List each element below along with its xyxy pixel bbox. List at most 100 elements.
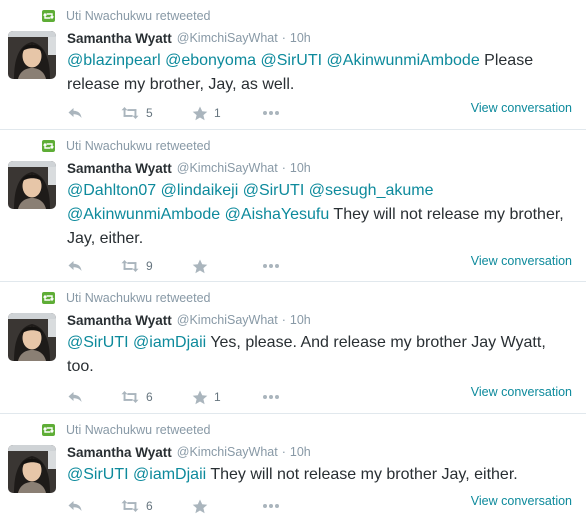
author-username[interactable]: @KimchiSayWhat bbox=[177, 31, 278, 45]
tweet-header: Samantha Wyatt @KimchiSayWhat · 10h bbox=[67, 28, 311, 48]
author-username[interactable]: @KimchiSayWhat bbox=[177, 161, 278, 175]
reply-button[interactable] bbox=[67, 496, 83, 516]
retweeted-by-label[interactable]: Uti Nwachukwu retweeted bbox=[66, 139, 211, 153]
more-button[interactable] bbox=[262, 496, 280, 516]
retweet-button[interactable]: 6 bbox=[120, 387, 153, 407]
view-conversation-link[interactable]: View conversation bbox=[471, 254, 572, 268]
avatar[interactable] bbox=[8, 313, 56, 361]
mention-link[interactable]: @AkinwunmiAmbode bbox=[67, 206, 220, 223]
retweet-button[interactable]: 9 bbox=[120, 256, 153, 276]
mention-link[interactable]: @AkinwunmiAmbode bbox=[327, 52, 480, 69]
mention-link[interactable]: @iamDjaii bbox=[133, 466, 206, 483]
retweeted-by-label[interactable]: Uti Nwachukwu retweeted bbox=[66, 9, 211, 23]
tweet-timestamp[interactable]: 10h bbox=[290, 445, 311, 459]
star-icon bbox=[192, 259, 208, 273]
retweet-count: 5 bbox=[146, 106, 153, 120]
more-dots-icon bbox=[263, 395, 279, 399]
favorite-count: 1 bbox=[214, 390, 221, 404]
favorite-button[interactable] bbox=[192, 496, 214, 516]
mention-link[interactable]: @lindaikeji bbox=[161, 182, 239, 199]
retweet-context: Uti Nwachukwu retweeted bbox=[42, 8, 211, 24]
retweet-context: Uti Nwachukwu retweeted bbox=[42, 422, 211, 438]
retweet-badge-icon bbox=[42, 140, 55, 152]
tweet-timestamp[interactable]: 10h bbox=[290, 31, 311, 45]
mention-link[interactable]: @blazinpearl bbox=[67, 52, 161, 69]
more-button[interactable] bbox=[262, 256, 280, 276]
text-segment: They will not release my brother Jay, ei… bbox=[206, 466, 518, 483]
reply-icon bbox=[68, 501, 82, 511]
view-conversation-link[interactable]: View conversation bbox=[471, 101, 572, 115]
retweet-icon bbox=[121, 260, 139, 272]
favorite-button[interactable]: 1 bbox=[192, 103, 221, 123]
mention-link[interactable]: @SirUTI bbox=[67, 466, 129, 483]
tweet[interactable]: Uti Nwachukwu retweeted Samantha Wyatt @… bbox=[0, 414, 586, 515]
tweet-timestamp[interactable]: 10h bbox=[290, 313, 311, 327]
mention-link[interactable]: @ebonyoma bbox=[165, 52, 256, 69]
mention-link[interactable]: @Dahlton07 bbox=[67, 182, 156, 199]
favorite-button[interactable] bbox=[192, 256, 214, 276]
author-username[interactable]: @KimchiSayWhat bbox=[177, 313, 278, 327]
mention-link[interactable]: @SirUTI bbox=[67, 334, 129, 351]
mention-link[interactable]: @SirUTI bbox=[243, 182, 305, 199]
retweet-badge-icon bbox=[42, 292, 55, 304]
retweeted-by-label[interactable]: Uti Nwachukwu retweeted bbox=[66, 291, 211, 305]
tweet[interactable]: Uti Nwachukwu retweeted Samantha Wyatt @… bbox=[0, 282, 586, 414]
tweet-header: Samantha Wyatt @KimchiSayWhat · 10h bbox=[67, 442, 311, 462]
reply-icon bbox=[68, 108, 82, 118]
separator-dot: · bbox=[281, 445, 286, 459]
tweet-text: @Dahlton07 @lindaikeji @SirUTI @sesugh_a… bbox=[67, 179, 567, 251]
star-icon bbox=[192, 106, 208, 120]
more-button[interactable] bbox=[262, 387, 280, 407]
mention-link[interactable]: @AishaYesufu bbox=[225, 206, 330, 223]
avatar[interactable] bbox=[8, 161, 56, 209]
view-conversation-link[interactable]: View conversation bbox=[471, 494, 572, 508]
separator-dot: · bbox=[281, 313, 286, 327]
separator-dot: · bbox=[281, 31, 286, 45]
reply-icon bbox=[68, 261, 82, 271]
author-name[interactable]: Samantha Wyatt bbox=[67, 161, 172, 176]
tweet-text: @SirUTI @iamDjaii They will not release … bbox=[67, 463, 567, 487]
view-conversation-link[interactable]: View conversation bbox=[471, 385, 572, 399]
retweet-badge-icon bbox=[42, 424, 55, 436]
author-name[interactable]: Samantha Wyatt bbox=[67, 31, 172, 46]
retweet-count: 9 bbox=[146, 259, 153, 273]
tweet-header: Samantha Wyatt @KimchiSayWhat · 10h bbox=[67, 158, 311, 178]
retweet-context: Uti Nwachukwu retweeted bbox=[42, 138, 211, 154]
mention-link[interactable]: @iamDjaii bbox=[133, 334, 206, 351]
favorite-button[interactable]: 1 bbox=[192, 387, 221, 407]
tweet-timestamp[interactable]: 10h bbox=[290, 161, 311, 175]
retweet-context: Uti Nwachukwu retweeted bbox=[42, 290, 211, 306]
tweet-text: @SirUTI @iamDjaii Yes, please. And relea… bbox=[67, 331, 567, 379]
reply-button[interactable] bbox=[67, 256, 83, 276]
retweet-button[interactable]: 6 bbox=[120, 496, 153, 516]
more-dots-icon bbox=[263, 504, 279, 508]
favorite-count: 1 bbox=[214, 106, 221, 120]
tweet-text: @blazinpearl @ebonyoma @SirUTI @Akinwunm… bbox=[67, 49, 567, 97]
star-icon bbox=[192, 390, 208, 404]
more-dots-icon bbox=[263, 111, 279, 115]
more-dots-icon bbox=[263, 264, 279, 268]
retweet-icon bbox=[121, 391, 139, 403]
avatar[interactable] bbox=[8, 445, 56, 493]
mention-link[interactable]: @SirUTI bbox=[261, 52, 323, 69]
retweet-button[interactable]: 5 bbox=[120, 103, 153, 123]
retweet-count: 6 bbox=[146, 390, 153, 404]
author-name[interactable]: Samantha Wyatt bbox=[67, 445, 172, 460]
retweet-icon bbox=[121, 107, 139, 119]
retweet-icon bbox=[121, 500, 139, 512]
retweet-count: 6 bbox=[146, 499, 153, 513]
reply-button[interactable] bbox=[67, 103, 83, 123]
tweet-header: Samantha Wyatt @KimchiSayWhat · 10h bbox=[67, 310, 311, 330]
retweet-badge-icon bbox=[42, 10, 55, 22]
separator-dot: · bbox=[281, 161, 286, 175]
tweet[interactable]: Uti Nwachukwu retweeted Samantha Wyatt @… bbox=[0, 130, 586, 282]
star-icon bbox=[192, 499, 208, 513]
retweeted-by-label[interactable]: Uti Nwachukwu retweeted bbox=[66, 423, 211, 437]
author-username[interactable]: @KimchiSayWhat bbox=[177, 445, 278, 459]
mention-link[interactable]: @sesugh_akume bbox=[309, 182, 434, 199]
reply-button[interactable] bbox=[67, 387, 83, 407]
author-name[interactable]: Samantha Wyatt bbox=[67, 313, 172, 328]
tweet[interactable]: Uti Nwachukwu retweeted Samantha Wyatt @… bbox=[0, 0, 586, 130]
more-button[interactable] bbox=[262, 103, 280, 123]
avatar[interactable] bbox=[8, 31, 56, 79]
